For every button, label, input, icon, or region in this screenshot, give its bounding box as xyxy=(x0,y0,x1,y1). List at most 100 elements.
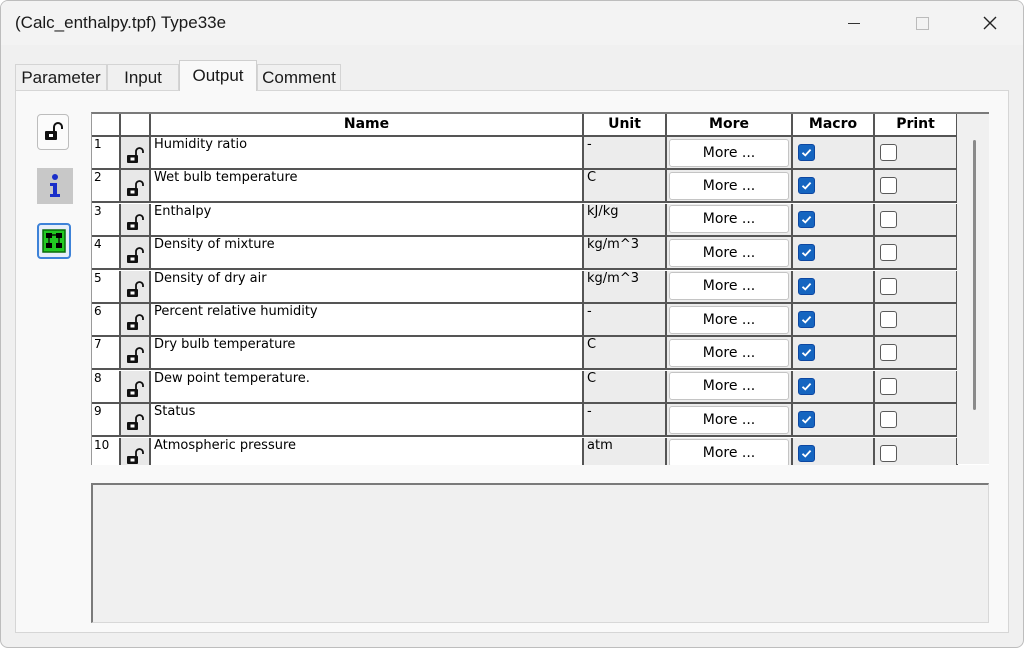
column-header-print: Print xyxy=(875,114,958,137)
row-number: 5 xyxy=(92,270,121,304)
diagram-button[interactable] xyxy=(37,223,71,259)
close-button[interactable] xyxy=(967,1,1013,45)
row-lock-toggle[interactable] xyxy=(121,337,151,371)
output-unit-field: - xyxy=(584,404,667,438)
print-checkbox[interactable] xyxy=(880,244,897,262)
row-lock-toggle[interactable] xyxy=(121,170,151,204)
print-cell xyxy=(875,137,958,170)
macro-checkbox[interactable] xyxy=(798,277,815,295)
more-button[interactable]: More ... xyxy=(669,338,789,367)
more-button[interactable]: More ... xyxy=(669,138,789,167)
more-button[interactable]: More ... xyxy=(669,171,789,200)
dialog-window: (Calc_enthalpy.tpf) Type33e Parameter In… xyxy=(0,0,1024,648)
more-cell: More ... xyxy=(667,203,793,237)
output-name-field[interactable]: Density of mixture xyxy=(151,237,584,271)
row-lock-icon xyxy=(127,280,144,297)
scrollbar-thumb[interactable] xyxy=(973,140,976,410)
output-name-field[interactable]: Atmospheric pressure xyxy=(151,437,584,465)
row-lock-toggle[interactable] xyxy=(121,437,151,465)
row-number: 9 xyxy=(92,404,121,438)
output-name-field[interactable]: Enthalpy xyxy=(151,203,584,237)
more-button[interactable]: More ... xyxy=(669,405,789,434)
print-checkbox[interactable] xyxy=(880,177,897,195)
row-lock-toggle[interactable] xyxy=(121,370,151,404)
print-cell xyxy=(875,203,958,237)
macro-cell xyxy=(793,137,875,170)
column-header-lock xyxy=(121,114,151,137)
column-header-name: Name xyxy=(151,114,584,137)
row-number: 1 xyxy=(92,137,121,170)
minimize-button[interactable] xyxy=(831,1,877,45)
output-name-field[interactable]: Density of dry air xyxy=(151,270,584,304)
macro-checkbox[interactable] xyxy=(798,411,815,429)
output-unit-field: C xyxy=(584,170,667,204)
output-name-field[interactable]: Status xyxy=(151,404,584,438)
macro-checkbox[interactable] xyxy=(798,210,815,228)
output-name-field[interactable]: Humidity ratio xyxy=(151,137,584,170)
print-cell xyxy=(875,170,958,204)
macro-checkbox[interactable] xyxy=(798,344,815,362)
row-lock-icon xyxy=(127,414,144,431)
maximize-icon xyxy=(915,16,929,30)
print-checkbox[interactable] xyxy=(880,277,897,295)
row-number: 4 xyxy=(92,237,121,271)
more-button[interactable]: More ... xyxy=(669,238,789,267)
output-unit-field: atm xyxy=(584,437,667,465)
macro-cell xyxy=(793,203,875,237)
macro-checkbox[interactable] xyxy=(798,177,815,195)
maximize-button[interactable] xyxy=(899,1,945,45)
print-checkbox[interactable] xyxy=(880,377,897,395)
row-lock-toggle[interactable] xyxy=(121,404,151,438)
macro-checkbox[interactable] xyxy=(798,444,815,462)
print-checkbox[interactable] xyxy=(880,144,897,161)
tab-parameter[interactable]: Parameter xyxy=(15,64,107,90)
more-button[interactable]: More ... xyxy=(669,305,789,334)
row-lock-icon xyxy=(127,147,144,163)
more-cell: More ... xyxy=(667,270,793,304)
lock-toggle-button[interactable] xyxy=(37,114,69,150)
macro-checkbox[interactable] xyxy=(798,244,815,262)
row-lock-toggle[interactable] xyxy=(121,304,151,337)
output-name-field[interactable]: Percent relative humidity xyxy=(151,304,584,337)
info-button[interactable] xyxy=(37,168,73,204)
macro-cell xyxy=(793,304,875,337)
output-grid: Name Unit More Macro Print 1 Humidity ratio - Mo… xyxy=(91,112,989,465)
row-lock-toggle[interactable] xyxy=(121,237,151,271)
more-button[interactable]: More ... xyxy=(669,272,789,301)
more-cell: More ... xyxy=(667,170,793,204)
print-checkbox[interactable] xyxy=(880,311,897,328)
macro-checkbox[interactable] xyxy=(798,311,815,328)
output-name-field[interactable]: Wet bulb temperature xyxy=(151,170,584,204)
output-unit-field: kg/m^3 xyxy=(584,237,667,271)
print-cell xyxy=(875,270,958,304)
row-lock-toggle[interactable] xyxy=(121,137,151,170)
close-icon xyxy=(983,16,997,30)
print-checkbox[interactable] xyxy=(880,444,897,462)
macro-checkbox[interactable] xyxy=(798,144,815,161)
column-header-more: More xyxy=(667,114,793,137)
macro-cell xyxy=(793,237,875,271)
output-name-field[interactable]: Dry bulb temperature xyxy=(151,337,584,371)
title-bar: (Calc_enthalpy.tpf) Type33e xyxy=(1,1,1023,45)
print-checkbox[interactable] xyxy=(880,210,897,228)
row-lock-toggle[interactable] xyxy=(121,270,151,304)
print-cell xyxy=(875,437,958,465)
more-button[interactable]: More ... xyxy=(669,372,789,401)
macro-cell xyxy=(793,337,875,371)
tab-input[interactable]: Input xyxy=(107,64,179,90)
more-button[interactable]: More ... xyxy=(669,205,789,234)
tab-output[interactable]: Output xyxy=(179,60,257,91)
output-name-field[interactable]: Dew point temperature. xyxy=(151,370,584,404)
output-unit-field: kg/m^3 xyxy=(584,270,667,304)
print-checkbox[interactable] xyxy=(880,411,897,429)
output-unit-field: C xyxy=(584,337,667,371)
print-cell xyxy=(875,304,958,337)
row-lock-toggle[interactable] xyxy=(121,203,151,237)
row-number: 2 xyxy=(92,170,121,204)
check-icon xyxy=(801,449,812,458)
print-checkbox[interactable] xyxy=(880,344,897,362)
tab-comment[interactable]: Comment xyxy=(257,64,341,90)
macro-checkbox[interactable] xyxy=(798,377,815,395)
grid-vertical-scrollbar[interactable] xyxy=(957,114,989,464)
more-button[interactable]: More ... xyxy=(669,439,789,465)
